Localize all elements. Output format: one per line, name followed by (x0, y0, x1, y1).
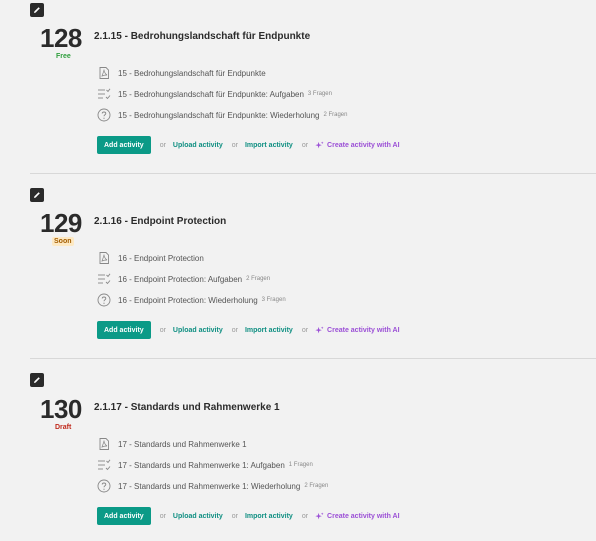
status-badge: Soon (52, 237, 74, 246)
or-separator: or (301, 512, 309, 520)
activity-item[interactable]: 16 - Endpoint Protection: Wiederholung 3… (97, 292, 286, 308)
or-separator: or (231, 512, 238, 520)
add-activity-button[interactable]: Add activity (97, 321, 151, 339)
question-count: 3 Fragen (307, 91, 332, 97)
activity-item[interactable]: 15 - Bedrohungslandschaft für Endpunkte:… (97, 86, 332, 102)
activity-item[interactable]: 15 - Bedrohungslandschaft für Endpunkte (97, 65, 266, 81)
activity-label: 16 - Endpoint Protection: Wiederholung (118, 295, 258, 305)
create-ai-link[interactable]: Create activity with AI (315, 511, 400, 521)
activity-item[interactable]: 16 - Endpoint Protection (97, 250, 204, 266)
action-bar: Add activity or Upload activity or Impor… (97, 321, 400, 339)
question-count: 1 Fragen (288, 462, 313, 468)
status-badge: Free (56, 53, 71, 60)
sparkle-icon (315, 140, 324, 148)
activity-label: 17 - Standards und Rahmenwerke 1: Wieder… (118, 481, 301, 491)
or-separator: or (159, 141, 166, 149)
import-activity-link[interactable]: Import activity (245, 327, 293, 334)
status-badge: Draft (55, 424, 72, 431)
upload-activity-link[interactable]: Upload activity (173, 513, 223, 520)
or-separator: or (301, 141, 309, 149)
activity-label: 17 - Standards und Rahmenwerke 1 (118, 439, 247, 449)
edit-button[interactable] (30, 373, 44, 387)
action-bar: Add activity or Upload activity or Impor… (97, 507, 400, 525)
edit-button[interactable] (30, 3, 44, 17)
question-icon (97, 479, 111, 493)
activity-label: 15 - Bedrohungslandschaft für Endpunkte:… (118, 110, 320, 120)
create-ai-label: Create activity with AI (327, 326, 400, 334)
create-ai-link[interactable]: Create activity with AI (315, 140, 400, 150)
activity-item[interactable]: 17 - Standards und Rahmenwerke 1: Aufgab… (97, 457, 313, 473)
or-separator: or (231, 326, 238, 334)
checklist-icon (97, 87, 111, 101)
module-number: 129 (40, 208, 82, 238)
action-bar: Add activity or Upload activity or Impor… (97, 136, 400, 154)
sparkle-icon (315, 511, 324, 519)
checklist-icon (97, 458, 111, 472)
question-count: 2 Fragen (323, 112, 348, 118)
add-activity-button[interactable]: Add activity (97, 507, 151, 525)
question-icon (97, 293, 111, 307)
activity-item[interactable]: 16 - Endpoint Protection: Aufgaben 2 Fra… (97, 271, 270, 287)
checklist-icon (97, 272, 111, 286)
activity-label: 16 - Endpoint Protection (118, 253, 204, 263)
activity-label: 15 - Bedrohungslandschaft für Endpunkte:… (118, 89, 304, 99)
activity-label: 16 - Endpoint Protection: Aufgaben (118, 274, 243, 284)
sparkle-icon (315, 325, 324, 333)
question-count: 2 Fragen (304, 483, 329, 489)
question-icon (97, 108, 111, 122)
activity-label: 17 - Standards und Rahmenwerke 1: Aufgab… (118, 460, 285, 470)
or-separator: or (159, 326, 166, 334)
module-title: 2.1.15 - Bedrohungslandschaft für Endpun… (94, 31, 311, 42)
question-count: 3 Fragen (261, 297, 286, 303)
pdf-icon (97, 66, 111, 80)
import-activity-link[interactable]: Import activity (245, 513, 293, 520)
pencil-icon (34, 192, 40, 198)
create-ai-link[interactable]: Create activity with AI (315, 325, 400, 335)
module-number: 130 (40, 394, 82, 424)
section-divider (30, 173, 596, 174)
activity-item[interactable]: 17 - Standards und Rahmenwerke 1 (97, 436, 247, 452)
or-separator: or (301, 326, 309, 334)
activity-item[interactable]: 17 - Standards und Rahmenwerke 1: Wieder… (97, 478, 328, 494)
activity-item[interactable]: 15 - Bedrohungslandschaft für Endpunkte:… (97, 107, 347, 123)
pencil-icon (34, 7, 40, 13)
module-title: 2.1.17 - Standards und Rahmenwerke 1 (94, 402, 280, 413)
import-activity-link[interactable]: Import activity (245, 142, 293, 149)
edit-button[interactable] (30, 188, 44, 202)
create-ai-label: Create activity with AI (327, 512, 400, 520)
pencil-icon (34, 377, 40, 383)
or-separator: or (159, 512, 166, 520)
module-title: 2.1.16 - Endpoint Protection (94, 216, 227, 227)
or-separator: or (231, 141, 238, 149)
upload-activity-link[interactable]: Upload activity (173, 142, 223, 149)
create-ai-label: Create activity with AI (327, 141, 400, 149)
pdf-icon (97, 251, 111, 265)
question-count: 2 Fragen (246, 276, 271, 282)
section-divider (30, 358, 596, 359)
upload-activity-link[interactable]: Upload activity (173, 327, 223, 334)
add-activity-button[interactable]: Add activity (97, 136, 151, 154)
module-number: 128 (40, 23, 82, 53)
pdf-icon (97, 437, 111, 451)
activity-label: 15 - Bedrohungslandschaft für Endpunkte (118, 68, 266, 78)
